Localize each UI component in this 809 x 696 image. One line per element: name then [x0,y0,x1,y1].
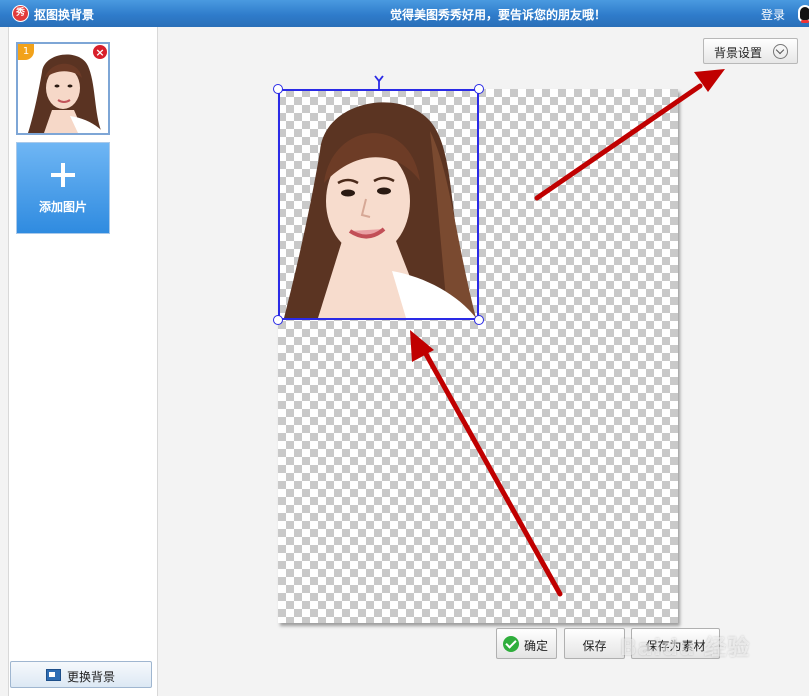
resize-handle-top-left[interactable] [273,84,283,94]
picture-icon [46,669,61,681]
check-icon [503,636,519,652]
image-thumbnail[interactable]: 1 × [16,42,110,135]
chevron-down-icon [773,44,788,59]
save-label: 保存 [582,639,607,653]
resize-handle-bottom-right[interactable] [474,315,484,325]
change-background-button[interactable]: 更换背景 [10,661,152,688]
resize-handle-top-right[interactable] [474,84,484,94]
plus-icon [51,163,75,187]
rotate-handle-icon[interactable] [373,74,385,89]
portrait-cutout-image [284,102,476,318]
image-sidebar: 1 × 添加图片 更换背景 [8,27,158,696]
add-image-button[interactable]: 添加图片 [15,141,111,235]
change-background-label: 更换背景 [67,670,116,684]
delete-thumbnail-icon[interactable]: × [92,44,108,60]
background-settings-button[interactable]: 背景设置 [703,38,798,64]
confirm-label: 确定 [524,639,549,653]
canvas-area: 背景设置 确定 保存 保存为素材 [158,27,809,696]
add-image-label: 添加图片 [38,200,87,214]
editor-window: 1 × 添加图片 更换背景 背景设置 确定 保存 保存为素材 [0,27,809,696]
background-settings-label: 背景设置 [714,46,763,60]
cutout-portrait-layer[interactable] [278,89,479,320]
window-title: 抠图换背景 [34,8,95,22]
qq-penguin-icon[interactable] [798,5,809,23]
meitu-logo-icon: 秀 [12,5,29,22]
baidu-jingyan-watermark: Baidu 经验 [620,636,751,661]
confirm-button[interactable]: 确定 [496,628,557,659]
slogan-text: 觉得美图秀秀好用，要告诉您的朋友哦！ [390,8,607,22]
resize-handle-bottom-left[interactable] [273,315,283,325]
title-bar: 秀 抠图换背景 觉得美图秀秀好用，要告诉您的朋友哦！ 登录 [0,0,809,27]
save-button[interactable]: 保存 [564,628,625,659]
login-link[interactable]: 登录 [761,6,785,23]
